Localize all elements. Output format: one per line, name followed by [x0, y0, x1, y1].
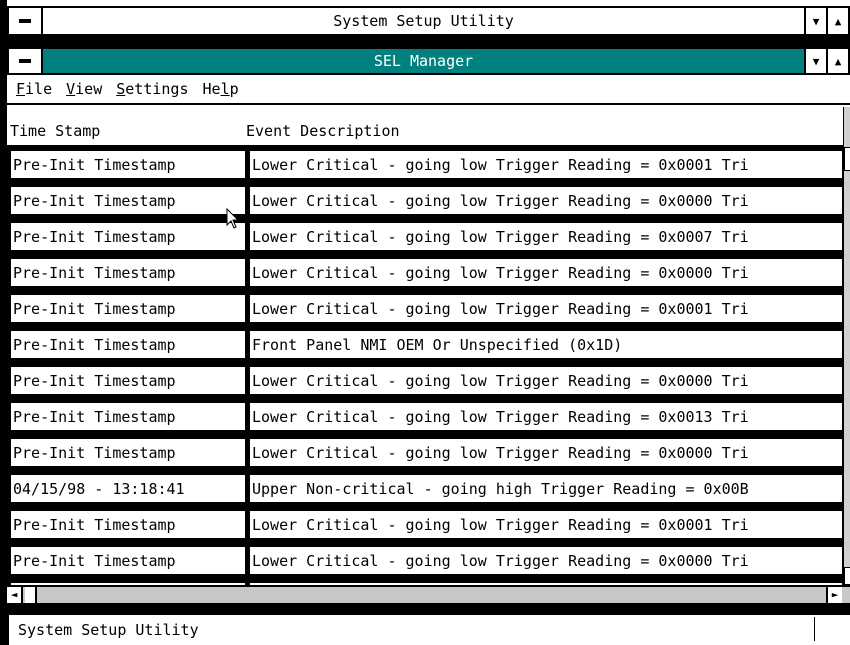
window-border [0, 0, 7, 645]
mouse-pointer-icon [226, 208, 240, 229]
menu-help[interactable]: Help [203, 80, 239, 98]
window-divider [7, 36, 850, 47]
cell-event-description: Upper Non-critical - going high Trigger … [249, 474, 843, 503]
dialog-titlebar[interactable]: SEL Manager ▼ ▲ [7, 47, 850, 75]
dialog-title: SEL Manager [373, 52, 474, 70]
cell-event-description: Lower Critical - going low Trigger Readi… [249, 150, 843, 179]
table-row[interactable]: Pre-Init Timestamp Lower Critical - going… [7, 147, 843, 183]
cell-event-description: Lower Critical - going low Trigger Readi… [249, 222, 843, 251]
app-titlebar[interactable]: System Setup Utility ▼ ▲ [7, 6, 850, 36]
table-row[interactable]: Pre-Init Timestamp Front Panel NMI OEM Or… [7, 327, 843, 363]
cell-time-stamp: Pre-Init Timestamp [10, 186, 246, 215]
triangle-up-icon[interactable]: ▲ [826, 8, 848, 34]
vertical-scrollbar[interactable] [843, 107, 850, 585]
cell-event-description: Lower Critical - going low Trigger Readi… [249, 186, 843, 215]
table-row[interactable]: 04/15/98 - 13:18:41 Upper Non-critical - … [7, 471, 843, 507]
cell-time-stamp: Pre-Init Timestamp [10, 438, 246, 467]
cell-time-stamp: Pre-Init Timestamp [10, 150, 246, 179]
table-row[interactable]: Pre-Init Timestamp Lower Critical - going… [7, 255, 843, 291]
status-bar: System Setup Utility [7, 615, 850, 645]
table-body: Pre-Init Timestamp Lower Critical - going… [7, 147, 843, 585]
app-title: System Setup Utility [333, 12, 514, 30]
menu-settings[interactable]: Settings [116, 80, 188, 98]
table-row[interactable]: Pre-Init Timestamp Lower Critical - going… [7, 399, 843, 435]
cell-time-stamp: Pre-Init Timestamp [10, 366, 246, 395]
cell-event-description: Lower Critical - going low Trigger Readi… [249, 438, 843, 467]
cell-time-stamp: Pre-Init Timestamp [10, 546, 246, 575]
menu-bar: File View Settings Help [7, 75, 850, 105]
cell-event-description: Lower Critical - going low Trigger Readi… [249, 294, 843, 323]
horizontal-scrollbar[interactable]: ◄ ► [7, 585, 850, 605]
triangle-up-icon[interactable]: ▲ [826, 49, 848, 73]
window-divider [7, 605, 850, 615]
table-header: Time Stamp Event Description [7, 117, 843, 147]
cell-event-description: Lower Critical - going low Trigger Readi… [249, 402, 843, 431]
sel-event-table: Time Stamp Event Description Pre-Init Ti… [7, 107, 843, 585]
cell-time-stamp: Pre-Init Timestamp [10, 510, 246, 539]
cell-event-description: Lower Critical - going low Trigger Readi… [249, 366, 843, 395]
table-row[interactable]: Pre-Init Timestamp Lower Critical - going… [7, 183, 843, 219]
table-row[interactable]: Pre-Init Timestamp Lower Critical - going… [7, 435, 843, 471]
triangle-down-icon[interactable]: ▼ [804, 8, 826, 34]
column-header-time-stamp[interactable]: Time Stamp [7, 122, 244, 140]
cell-event-description: Lower Critical - going low Trigger Readi… [249, 258, 843, 287]
menu-file[interactable]: File [16, 80, 52, 98]
arrow-left-icon[interactable]: ◄ [7, 587, 23, 603]
scroll-down-button[interactable] [844, 567, 850, 585]
menu-view[interactable]: View [66, 80, 102, 98]
status-separator [814, 617, 815, 641]
column-header-event-description[interactable]: Event Description [244, 122, 843, 140]
cell-time-stamp: Pre-Init Timestamp [10, 258, 246, 287]
cell-time-stamp: Pre-Init Timestamp [10, 330, 246, 359]
cell-time-stamp: 04/15/98 - 13:18:41 [10, 474, 246, 503]
cell-event-description: Lower Critical - going low Trigger Readi… [249, 510, 843, 539]
table-row[interactable]: Pre-Init Timestamp Lower Critical - going… [7, 363, 843, 399]
table-row[interactable]: Pre-Init Timestamp Lower Critical - going… [7, 219, 843, 255]
status-text: System Setup Utility [18, 621, 199, 639]
cell-event-description: Front Panel NMI OEM Or Unspecified (0x1D… [249, 330, 843, 359]
triangle-down-icon[interactable]: ▼ [804, 49, 826, 73]
cell-time-stamp: Pre-Init Timestamp [10, 294, 246, 323]
table-row[interactable]: Pre-Init Timestamp Lower Critical - going… [7, 507, 843, 543]
application-window: System Setup Utility ▼ ▲ SEL Manager ▼ ▲… [0, 0, 850, 645]
horizontal-scroll-thumb[interactable] [25, 587, 37, 603]
system-menu-icon[interactable] [9, 8, 43, 34]
table-row[interactable]: Pre-Init Timestamp Lower Critical - going… [7, 291, 843, 327]
table-row[interactable]: Pre-Init Timestamp Lower Critical - going… [7, 543, 843, 579]
cell-time-stamp: Pre-Init Timestamp [10, 222, 246, 251]
cell-event-description: Lower Critical - going low Trigger Readi… [249, 546, 843, 575]
scroll-thumb[interactable] [844, 147, 850, 171]
system-menu-icon[interactable] [9, 49, 43, 73]
cell-time-stamp: Pre-Init Timestamp [10, 402, 246, 431]
arrow-right-icon[interactable]: ► [826, 587, 842, 603]
